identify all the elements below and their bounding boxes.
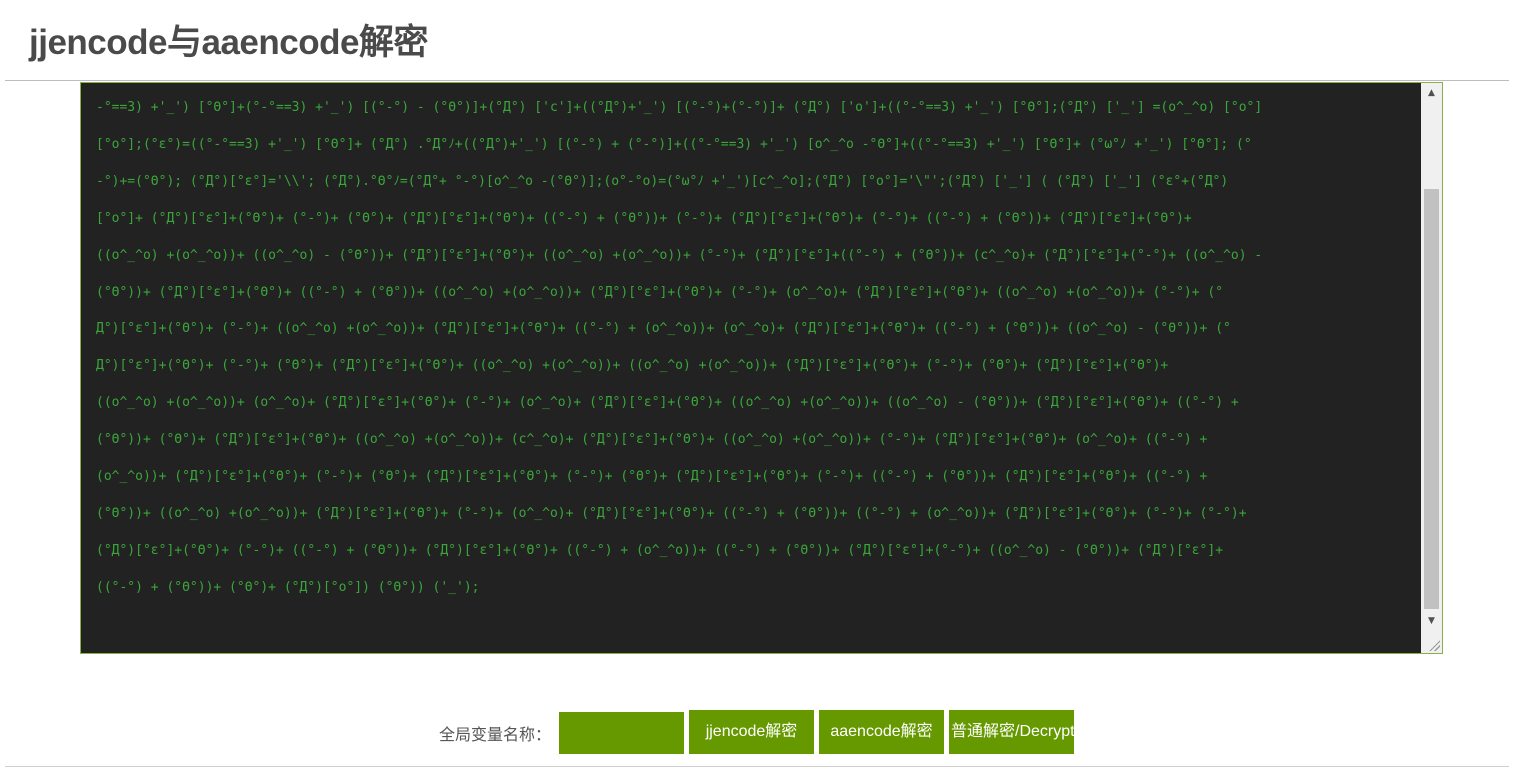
normal-decrypt-button[interactable]: 普通解密/Decrypt xyxy=(949,710,1074,754)
code-line: (°Д°)[°ε°]+(°Θ°)+ (°-°)+ ((°-°) + (°Θ°))… xyxy=(96,542,1224,558)
scroll-up-icon[interactable]: ▲ xyxy=(1421,83,1442,104)
scroll-thumb[interactable] xyxy=(1424,189,1439,609)
code-line: [°o°];(°ε°)=((°-°==3) +'_') [°Θ°]+ (°Д°)… xyxy=(96,136,1252,152)
vertical-scrollbar[interactable]: ▲ ▼ xyxy=(1421,83,1442,653)
code-line: (°Θ°))+ ((o^_^o) +(o^_^o))+ (°Д°)[°ε°]+(… xyxy=(96,505,1247,521)
global-var-input[interactable] xyxy=(559,712,684,754)
bottom-divider xyxy=(5,766,1509,767)
code-line: Д°)[°ε°]+(°Θ°)+ (°-°)+ (°Θ°)+ (°Д°)[°ε°]… xyxy=(96,358,1169,374)
code-content: -°==3) +'_') [°Θ°]+(°-°==3) +'_') [(°-°)… xyxy=(96,90,1416,607)
code-line: (°Θ°))+ (°Д°)[°ε°]+(°Θ°)+ ((°-°) + (°Θ°)… xyxy=(96,284,1224,300)
jjencode-decrypt-button[interactable]: jjencode解密 xyxy=(689,710,814,754)
title-divider xyxy=(5,80,1509,81)
aaencode-decrypt-button[interactable]: aaencode解密 xyxy=(819,710,944,754)
code-line: (°Θ°))+ (°Θ°)+ (°Д°)[°ε°]+(°Θ°)+ ((o^_^o… xyxy=(96,432,1208,448)
resize-grip-icon[interactable] xyxy=(1428,639,1440,651)
code-line: [°o°]+ (°Д°)[°ε°]+(°Θ°)+ (°-°)+ (°Θ°)+ (… xyxy=(96,210,1192,226)
code-line: Д°)[°ε°]+(°Θ°)+ (°-°)+ ((o^_^o) +(o^_^o)… xyxy=(96,321,1231,337)
page-title: jjencode与aaencode解密 xyxy=(29,23,428,62)
decode-controls: 全局变量名称： jjencode解密 aaencode解密 普通解密/Decry… xyxy=(0,710,1516,754)
global-var-label: 全局变量名称： xyxy=(439,725,552,744)
code-line: ((o^_^o) +(o^_^o))+ (o^_^o)+ (°Д°)[°ε°]+… xyxy=(96,395,1239,411)
code-line: -°)+=(°Θ°); (°Д°)[°ε°]='\\'; (°Д°).°Θ°ﾉ=… xyxy=(96,173,1229,189)
code-textarea[interactable]: -°==3) +'_') [°Θ°]+(°-°==3) +'_') [(°-°)… xyxy=(80,82,1443,654)
scroll-down-icon[interactable]: ▼ xyxy=(1421,611,1442,632)
code-line: (o^_^o))+ (°Д°)[°ε°]+(°Θ°)+ (°-°)+ (°Θ°)… xyxy=(96,469,1208,485)
code-line: ((°-°) + (°Θ°))+ (°Θ°)+ (°Д°)[°o°]) (°Θ°… xyxy=(96,579,480,595)
code-line: ((o^_^o) +(o^_^o))+ ((o^_^o) - (°Θ°))+ (… xyxy=(96,247,1263,263)
code-line: -°==3) +'_') [°Θ°]+(°-°==3) +'_') [(°-°)… xyxy=(96,100,1263,115)
